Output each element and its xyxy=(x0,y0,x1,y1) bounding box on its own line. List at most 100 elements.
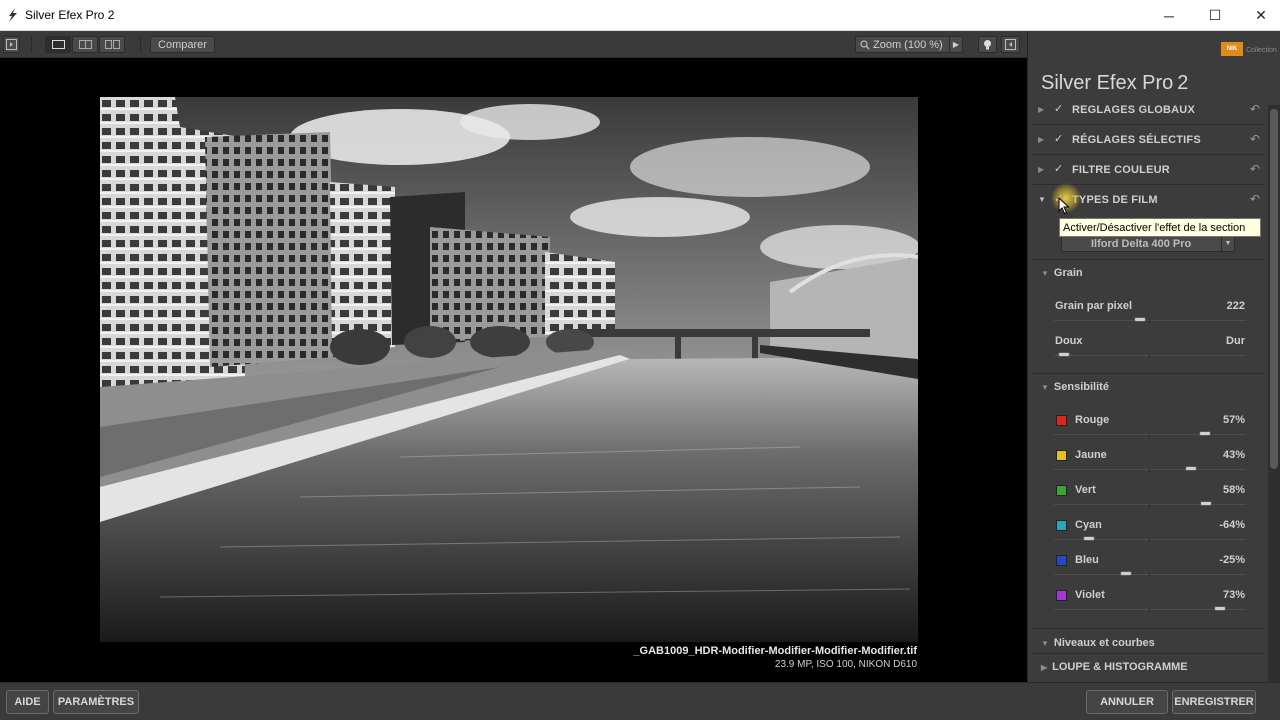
channel-slider[interactable] xyxy=(1054,466,1246,472)
color-swatch-5 xyxy=(1056,590,1067,601)
slider-knob[interactable] xyxy=(1082,536,1095,541)
cancel-button[interactable]: ANNULER xyxy=(1086,690,1168,714)
collapse-arrow-icon: ▼ xyxy=(1041,639,1049,648)
channel-slider[interactable] xyxy=(1054,571,1246,577)
section-checkbox[interactable]: ✓ xyxy=(1054,134,1065,145)
maximize-icon: ☐ xyxy=(1208,7,1222,23)
channel-value: 58% xyxy=(1222,484,1245,496)
panel-scrollbar[interactable] xyxy=(1268,105,1280,682)
expand-arrow-icon: ▶ xyxy=(1041,663,1048,672)
channel-label: Violet xyxy=(1075,589,1105,601)
channel-label: Jaune xyxy=(1075,449,1107,461)
toolbar: Comparer Zoom (100 %) ▶ xyxy=(0,31,1027,58)
section-global-adjustments[interactable]: ▶ ✓ REGLAGES GLOBAUX ↶ xyxy=(1032,96,1264,125)
preview-photo[interactable] xyxy=(100,97,918,642)
undo-icon[interactable]: ↶ xyxy=(1250,162,1260,176)
grain-softness-slider[interactable] xyxy=(1054,352,1246,358)
channel-slider[interactable] xyxy=(1054,536,1246,542)
bw-photo-image xyxy=(100,97,918,642)
settings-button[interactable]: PARAMÈTRES xyxy=(53,690,139,714)
section-label: FILTRE COULEUR xyxy=(1072,164,1170,176)
channel-value: -25% xyxy=(1219,554,1245,566)
undo-icon[interactable]: ↶ xyxy=(1250,132,1260,146)
close-icon: ✕ xyxy=(1255,7,1267,23)
file-name: _GAB1009_HDR-Modifier-Modifier-Modifier-… xyxy=(633,645,917,657)
channel-label: Vert xyxy=(1075,484,1096,496)
split-view-button[interactable] xyxy=(72,36,98,53)
color-swatch-4 xyxy=(1056,555,1067,566)
browser-toggle-button[interactable] xyxy=(3,36,20,53)
panel-toggle-button[interactable] xyxy=(1001,36,1020,53)
slider-knob[interactable] xyxy=(1134,317,1147,322)
slider-knob[interactable] xyxy=(1120,571,1132,576)
channel-slider[interactable] xyxy=(1054,501,1246,507)
nik-logo: NIK xyxy=(1221,42,1243,56)
close-button[interactable]: ✕ xyxy=(1238,0,1280,31)
slider-knob[interactable] xyxy=(1199,501,1212,506)
color-swatch-2 xyxy=(1056,485,1067,496)
slider-knob[interactable] xyxy=(1214,606,1227,611)
compare-label: Comparer xyxy=(158,38,207,51)
channel-value: 43% xyxy=(1222,449,1245,461)
collapse-arrow-icon: ▼ xyxy=(1041,269,1049,278)
lightbulb-icon xyxy=(984,40,991,50)
section-label: TYPES DE FILM xyxy=(1072,194,1158,206)
grain-per-pixel-value: 222 xyxy=(1226,300,1245,312)
compare-button[interactable]: Comparer xyxy=(150,36,215,53)
slider-knob[interactable] xyxy=(1057,352,1070,357)
slider-knob[interactable] xyxy=(1198,431,1211,436)
save-button[interactable]: ENREGISTRER xyxy=(1172,690,1256,714)
file-meta: 23.9 MP, ISO 100, NIKON D610 xyxy=(774,659,917,670)
channel-value: 57% xyxy=(1222,414,1245,426)
maximize-button[interactable]: ☐ xyxy=(1192,0,1238,31)
loupe-histogram-header[interactable]: ▶ LOUPE & HISTOGRAMME xyxy=(1041,661,1188,673)
settings-label: PARAMÈTRES xyxy=(57,696,135,708)
slider-knob[interactable] xyxy=(1185,466,1198,471)
film-type-select[interactable]: Ilford Delta 400 Pro ▼ xyxy=(1061,235,1235,252)
save-label: ENREGISTRER xyxy=(1174,696,1254,708)
split-view-icon xyxy=(78,40,92,49)
app-icon xyxy=(9,8,17,22)
levels-curves-header[interactable]: ▼ Niveaux et courbes xyxy=(1041,637,1155,649)
channel-slider[interactable] xyxy=(1054,606,1246,612)
zoom-select[interactable]: Zoom (100 %) ▶ xyxy=(855,36,963,53)
single-view-button[interactable] xyxy=(45,36,71,53)
sensitivity-header[interactable]: ▼ Sensibilité xyxy=(1041,381,1109,393)
channel-label: Cyan xyxy=(1075,519,1102,531)
brand-title: Silver Efex Pro 2 xyxy=(1041,72,1188,95)
window-title: Silver Efex Pro 2 xyxy=(25,8,115,22)
brand-name: Silver Efex Pro xyxy=(1041,72,1174,94)
image-canvas[interactable]: _GAB1009_HDR-Modifier-Modifier-Modifier-… xyxy=(0,58,1027,682)
undo-icon[interactable]: ↶ xyxy=(1250,192,1260,206)
collapse-arrow-icon: ▼ xyxy=(1041,383,1049,392)
cancel-label: ANNULER xyxy=(1100,696,1154,708)
film-type-value: Ilford Delta 400 Pro xyxy=(1091,237,1192,250)
zoom-arrow-icon: ▶ xyxy=(949,37,962,52)
expand-arrow-icon[interactable]: ▶ xyxy=(1038,165,1044,174)
minimize-button[interactable]: ─ xyxy=(1146,0,1192,31)
title-bar: Silver Efex Pro 2 ─ ☐ ✕ xyxy=(0,0,1280,31)
brand-version: 2 xyxy=(1177,72,1189,94)
section-selective-adjustments[interactable]: ▶ ✓ RÉGLAGES SÉLECTIFS ↶ xyxy=(1032,126,1264,155)
section-checkbox[interactable]: ✓ xyxy=(1054,164,1065,175)
channel-slider[interactable] xyxy=(1054,431,1246,437)
side-by-side-button[interactable] xyxy=(99,36,125,53)
expand-arrow-icon[interactable]: ▶ xyxy=(1038,135,1044,144)
background-toggle-button[interactable] xyxy=(978,36,997,53)
panel-left-icon xyxy=(6,39,17,50)
mouse-cursor-icon xyxy=(1058,197,1070,215)
grain-per-pixel-slider[interactable] xyxy=(1054,317,1246,323)
collapse-arrow-icon[interactable]: ▼ xyxy=(1038,195,1046,204)
help-button[interactable]: AIDE xyxy=(6,690,49,714)
undo-icon[interactable]: ↶ xyxy=(1250,102,1260,116)
grain-soft-label: Doux xyxy=(1055,335,1083,347)
expand-arrow-icon[interactable]: ▶ xyxy=(1038,105,1044,114)
scrollbar-thumb[interactable] xyxy=(1270,109,1278,469)
tooltip: Activer/Désactiver l'effet de la section xyxy=(1059,218,1261,237)
section-label: REGLAGES GLOBAUX xyxy=(1072,104,1195,116)
zoom-label: Zoom (100 %) xyxy=(873,38,943,51)
help-label: AIDE xyxy=(14,696,41,708)
section-color-filter[interactable]: ▶ ✓ FILTRE COULEUR ↶ xyxy=(1032,156,1264,185)
grain-header[interactable]: ▼ Grain xyxy=(1041,267,1083,279)
section-checkbox[interactable]: ✓ xyxy=(1054,104,1065,115)
